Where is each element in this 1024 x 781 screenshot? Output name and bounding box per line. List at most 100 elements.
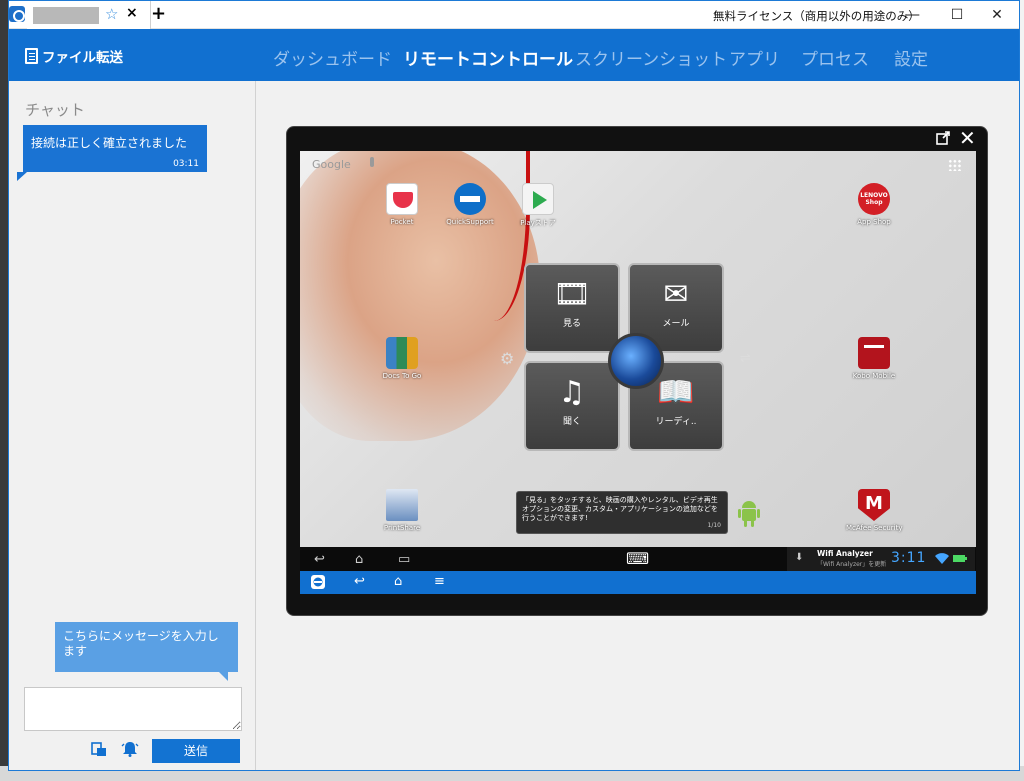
hub-tooltip-text: 「見る」をタッチすると、映画の購入やレンタル、ビデオ再生オプションの変更、カスタ… bbox=[522, 496, 718, 522]
app-label: McAfee Security bbox=[846, 524, 903, 532]
download-icon: ⬇ bbox=[795, 552, 804, 563]
android-screen[interactable]: Google Pocket QuickSupport Playストア LENOV… bbox=[300, 151, 976, 594]
popout-icon[interactable] bbox=[936, 131, 950, 145]
hub-tile-label: 見る bbox=[562, 319, 581, 329]
file-transfer-label: ファイル転送 bbox=[42, 50, 123, 66]
home-icon[interactable]: ⌂ bbox=[355, 552, 363, 567]
hub-tile-watch[interactable]: 🎞 見る bbox=[524, 263, 620, 353]
print-icon bbox=[386, 489, 418, 521]
device-frame: ✕ Google Pocket QuickSupport Playストア LEN… bbox=[286, 126, 988, 616]
input-hint-tail bbox=[219, 672, 228, 681]
app-label: Kobo Mobile bbox=[852, 372, 896, 380]
app-label: Pocket bbox=[390, 218, 414, 226]
session-tab[interactable]: ☆ × bbox=[27, 1, 151, 29]
chat-message-input[interactable] bbox=[24, 687, 242, 731]
teamviewer-window: ☆ × + 無料ライセンス（商用以外の用途のみ） — ☐ ✕ ファイル転送 ダッ… bbox=[8, 0, 1020, 771]
app-label: App Shop bbox=[857, 218, 891, 226]
nav-bar: ファイル転送 ダッシュボード リモートコントロール スクリーンショット アプリ … bbox=[9, 29, 1019, 81]
android-robot-icon bbox=[738, 501, 760, 527]
back-icon[interactable]: ↩ bbox=[314, 552, 325, 567]
lenovo-shop-icon: LENOVO Shop bbox=[858, 183, 890, 215]
hub-tooltip: 「見る」をタッチすると、映画の購入やレンタル、ビデオ再生オプションの変更、カスタ… bbox=[516, 491, 728, 534]
remote-view-area: ✕ Google Pocket QuickSupport Playストア LEN… bbox=[257, 81, 1019, 770]
notification-subtitle: 「Wifi Analyzer」を更新 bbox=[817, 561, 887, 568]
tab-title-redacted bbox=[33, 7, 99, 24]
tab-dashboard[interactable]: ダッシュボード bbox=[273, 45, 392, 70]
remote-back-icon[interactable]: ↩ bbox=[354, 574, 365, 589]
app-label: Playストア bbox=[520, 219, 556, 227]
status-clock: 3:11 bbox=[891, 550, 927, 566]
file-icon bbox=[25, 48, 38, 64]
maximize-button[interactable]: ☐ bbox=[937, 3, 977, 27]
media-hub-menu: ⚙ ⇌ 🎞 見る ✉ メール ♫ 聞く 📖 リーディ.. bbox=[500, 261, 760, 461]
tab-remote-control[interactable]: リモートコントロール bbox=[403, 45, 573, 70]
notification-title: Wifi Analyzer bbox=[817, 549, 873, 558]
battery-icon bbox=[953, 555, 967, 562]
input-hint-bubble: こちらにメッセージを入力します bbox=[55, 622, 238, 672]
teamviewer-app-icon bbox=[9, 6, 25, 22]
teamviewer-icon bbox=[454, 183, 486, 215]
chat-panel: チャット 接続は正しく確立されました 03:11 こちらにメッセージを入力します… bbox=[9, 81, 256, 770]
notification-area[interactable]: ⬇ Wifi Analyzer 「Wifi Analyzer」を更新 3:11 bbox=[787, 547, 975, 571]
keyboard-icon[interactable]: ⌨ bbox=[626, 549, 649, 568]
tab-screenshot[interactable]: スクリーンショット bbox=[575, 45, 727, 70]
hub-tile-listen[interactable]: ♫ 聞く bbox=[524, 361, 620, 451]
play-store-icon bbox=[522, 183, 554, 215]
chat-message: 接続は正しく確立されました 03:11 bbox=[23, 125, 207, 172]
kobo-icon bbox=[858, 337, 890, 369]
gear-icon[interactable]: ⚙ bbox=[500, 349, 514, 368]
remote-home-icon[interactable]: ⌂ bbox=[394, 574, 402, 589]
app-kobo[interactable]: Kobo Mobile bbox=[846, 337, 902, 380]
chat-bubble-tail bbox=[17, 172, 27, 181]
adjust-icon[interactable]: ⇌ bbox=[740, 351, 751, 366]
microphone-icon[interactable] bbox=[370, 157, 374, 167]
pocket-icon bbox=[386, 183, 418, 215]
bell-icon[interactable] bbox=[121, 741, 139, 757]
android-nav-bar: ↩ ⌂ ▭ ⌨ ⬇ Wifi Analyzer 「Wifi Analyzer」を… bbox=[300, 547, 976, 571]
docs-to-go-icon bbox=[386, 337, 418, 369]
tab-processes[interactable]: プロセス bbox=[801, 45, 869, 70]
app-docs-to-go[interactable]: Docs To Go bbox=[374, 337, 430, 380]
app-shop[interactable]: LENOVO Shop App Shop bbox=[846, 183, 902, 226]
screenshot-share-icon[interactable] bbox=[91, 742, 107, 757]
new-tab-button[interactable]: + bbox=[151, 3, 166, 24]
music-icon: ♫ bbox=[558, 375, 586, 410]
recent-apps-icon[interactable]: ▭ bbox=[398, 552, 410, 567]
app-pocket[interactable]: Pocket bbox=[374, 183, 430, 226]
close-window-button[interactable]: ✕ bbox=[977, 3, 1017, 27]
close-remote-icon[interactable]: ✕ bbox=[959, 128, 976, 148]
app-drawer-icon[interactable] bbox=[948, 159, 962, 171]
send-button[interactable]: 送信 bbox=[152, 739, 240, 763]
tab-settings[interactable]: 設定 bbox=[894, 45, 928, 70]
hub-tile-label: メール bbox=[662, 319, 690, 329]
app-printshare[interactable]: PrintShare bbox=[374, 489, 430, 532]
star-icon[interactable]: ☆ bbox=[105, 5, 118, 23]
hub-tile-label: 聞く bbox=[562, 417, 581, 427]
app-quicksupport[interactable]: QuickSupport bbox=[442, 183, 498, 226]
chat-message-text: 接続は正しく確立されました bbox=[31, 136, 188, 150]
mcafee-icon: M bbox=[858, 489, 890, 521]
app-label: Docs To Go bbox=[382, 372, 422, 380]
teamviewer-logo-icon[interactable] bbox=[311, 575, 325, 589]
hub-tile-label: リーディ.. bbox=[655, 417, 697, 427]
globe-icon[interactable] bbox=[608, 333, 664, 389]
wifi-icon bbox=[935, 553, 949, 564]
remote-menu-icon[interactable]: ≡ bbox=[434, 574, 445, 589]
remote-control-bar: ↩ ⌂ ≡ bbox=[300, 571, 976, 594]
chat-message-time: 03:11 bbox=[173, 159, 199, 169]
chat-title: チャット bbox=[25, 101, 85, 119]
title-bar: ☆ × + 無料ライセンス（商用以外の用途のみ） — ☐ ✕ bbox=[9, 1, 1019, 29]
tab-apps[interactable]: アプリ bbox=[729, 45, 780, 70]
hub-tooltip-page: 1/10 bbox=[707, 522, 721, 529]
mail-icon: ✉ bbox=[663, 277, 689, 312]
app-mcafee[interactable]: M McAfee Security bbox=[846, 489, 902, 532]
license-text: 無料ライセンス（商用以外の用途のみ） bbox=[713, 9, 920, 23]
app-label: QuickSupport bbox=[446, 218, 494, 226]
minimize-button[interactable]: — bbox=[893, 3, 933, 27]
google-search-label[interactable]: Google bbox=[312, 158, 351, 171]
file-transfer-button[interactable]: ファイル転送 bbox=[25, 46, 123, 66]
film-icon: 🎞 bbox=[552, 277, 592, 312]
close-tab-icon[interactable]: × bbox=[126, 5, 138, 21]
app-label: PrintShare bbox=[383, 524, 421, 532]
app-play-store[interactable]: Playストア bbox=[510, 183, 566, 228]
